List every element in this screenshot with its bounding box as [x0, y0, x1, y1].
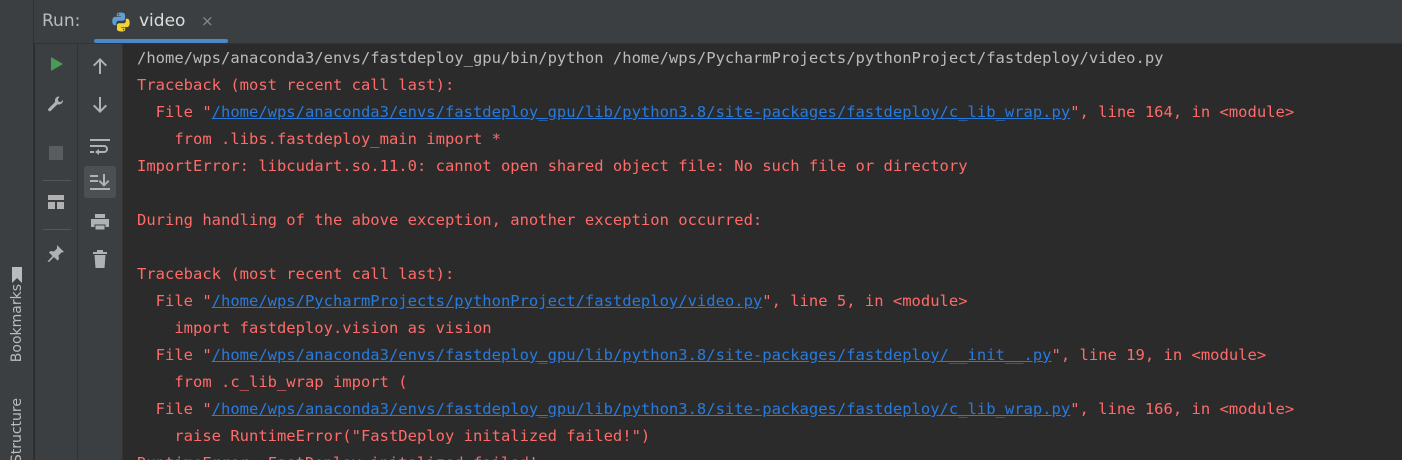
trash-icon — [93, 250, 107, 268]
file-link[interactable]: /home/wps/anaconda3/envs/fastdeploy_gpu/… — [212, 103, 1071, 121]
run-tab-video[interactable]: video × — [94, 0, 228, 44]
scroll-to-end-icon — [90, 174, 110, 190]
toolbar-separator — [43, 229, 71, 230]
run-label: Run: — [42, 11, 81, 31]
active-tab-indicator — [94, 39, 228, 43]
scroll-to-end-button[interactable] — [84, 166, 116, 198]
console-line-during-handling: During handling of the above exception, … — [137, 211, 763, 229]
file-prefix: File " — [137, 346, 212, 364]
run-tool-window-header: Run: video × — [34, 0, 1402, 44]
bookmarks-label: Bookmarks — [9, 283, 25, 363]
clear-all-button[interactable] — [84, 243, 116, 275]
pin-tab-button[interactable] — [40, 237, 72, 269]
console-line-file: File "/home/wps/anaconda3/envs/fastdeplo… — [137, 396, 1295, 423]
console-line-traceback-header: Traceback (most recent call last): — [137, 265, 455, 283]
print-button[interactable] — [84, 206, 116, 238]
side-tool-stripe: Bookmarks Structure — [0, 0, 34, 460]
structure-label: Structure — [9, 398, 25, 460]
previous-occurrence-button[interactable] — [84, 50, 116, 82]
stop-button[interactable] — [40, 137, 72, 169]
soft-wrap-icon — [90, 139, 110, 155]
console-line-command: /home/wps/anaconda3/envs/fastdeploy_gpu/… — [137, 49, 1164, 67]
bookmarks-tool-tab[interactable]: Bookmarks — [2, 252, 32, 372]
console-line-code: from .libs.fastdeploy_main import * — [137, 130, 501, 148]
rerun-button[interactable] — [40, 48, 72, 80]
run-toolbar-secondary — [78, 44, 123, 460]
up-arrow-icon — [93, 58, 107, 74]
file-link[interactable]: /home/wps/anaconda3/envs/fastdeploy_gpu/… — [212, 400, 1071, 418]
console-line-import-error: ImportError: libcudart.so.11.0: cannot o… — [137, 157, 968, 175]
run-tab-title: video — [139, 11, 186, 31]
file-prefix: File " — [137, 103, 212, 121]
file-suffix: ", line 164, in <module> — [1070, 103, 1295, 121]
toolbar-separator — [43, 180, 71, 181]
console-line-code: raise RuntimeError("FastDeploy initalize… — [137, 427, 651, 445]
file-link[interactable]: /home/wps/PycharmProjects/pythonProject/… — [212, 292, 763, 310]
rerun-icon — [51, 57, 63, 71]
file-prefix: File " — [137, 292, 212, 310]
console-line-file: File "/home/wps/PycharmProjects/pythonPr… — [137, 288, 968, 315]
layout-button[interactable] — [40, 186, 72, 218]
file-suffix: ", line 19, in <module> — [1051, 346, 1267, 364]
soft-wrap-button[interactable] — [84, 130, 116, 162]
console-output[interactable]: /home/wps/anaconda3/envs/fastdeploy_gpu/… — [124, 44, 1402, 460]
python-icon — [112, 12, 130, 32]
close-tab-icon[interactable]: × — [201, 12, 214, 30]
run-toolbar-primary — [35, 44, 78, 460]
pin-icon — [47, 245, 64, 262]
stop-icon — [49, 146, 63, 160]
next-occurrence-button[interactable] — [84, 89, 116, 121]
file-link[interactable]: /home/wps/anaconda3/envs/fastdeploy_gpu/… — [212, 346, 1052, 364]
console-line-file: File "/home/wps/anaconda3/envs/fastdeplo… — [137, 99, 1295, 126]
modify-run-config-button[interactable] — [40, 88, 72, 120]
file-suffix: ", line 5, in <module> — [762, 292, 968, 310]
print-icon — [91, 214, 109, 231]
file-suffix: ", line 166, in <module> — [1070, 400, 1295, 418]
wrench-icon — [48, 96, 63, 112]
console-line-code: from .c_lib_wrap import ( — [137, 373, 408, 391]
structure-tool-tab[interactable]: Structure — [2, 398, 32, 460]
file-prefix: File " — [137, 400, 212, 418]
console-line-traceback-header: Traceback (most recent call last): — [137, 76, 455, 94]
console-line-code: import fastdeploy.vision as vision — [137, 319, 492, 337]
console-line-runtime-error: RuntimeError: FastDeploy initalized fail… — [137, 450, 538, 460]
down-arrow-icon — [93, 97, 107, 113]
console-line-file: File "/home/wps/anaconda3/envs/fastdeplo… — [137, 342, 1267, 369]
bookmark-icon — [12, 266, 22, 283]
layout-icon — [48, 195, 64, 209]
